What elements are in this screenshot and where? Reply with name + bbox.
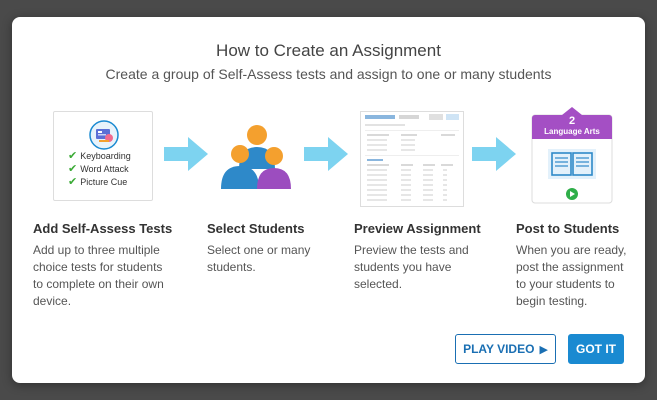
checklist-item: ✔ Word Attack (68, 163, 129, 175)
right-arrow-icon (164, 137, 208, 171)
step-description: When you are ready, post the assignment t… (516, 243, 627, 308)
self-assess-tests-card: ✔ Keyboarding ✔ Word Attack ✔ Picture Cue (53, 111, 153, 201)
step-heading: Add Self-Assess Tests (33, 221, 173, 236)
step-heading: Post to Students (516, 221, 620, 236)
check-icon: ✔ (68, 150, 78, 162)
check-icon: ✔ (68, 163, 78, 175)
step-description: Select one or many students. (207, 243, 311, 274)
create-assignment-dialog: How to Create an Assignment Create a gro… (12, 17, 645, 383)
got-it-button[interactable]: GOT IT (568, 334, 624, 364)
dialog-subtitle: Create a group of Self-Assess tests and … (105, 66, 552, 82)
card-number: 2 (568, 115, 576, 127)
checklist-item: ✔ Picture Cue (68, 176, 128, 188)
language-arts-card-icon: 2 Language Arts (530, 107, 614, 207)
test-checklist: ✔ Keyboarding ✔ Word Attack ✔ Picture Cue (68, 150, 131, 189)
play-triangle-icon: ▶ (539, 343, 548, 356)
card-subject: Language Arts (544, 127, 600, 136)
right-arrow-icon (304, 137, 348, 171)
play-video-button[interactable]: PLAY VIDEO ▶ (455, 334, 556, 364)
step-description: Add up to three multiple choice tests for… (33, 243, 164, 308)
assignment-preview-thumbnail (360, 111, 464, 207)
checklist-item: ✔ Keyboarding (68, 150, 131, 162)
right-arrow-icon (472, 137, 516, 171)
step-heading: Preview Assignment (354, 221, 481, 236)
students-group-icon (221, 125, 291, 189)
step-heading: Select Students (207, 221, 305, 236)
check-icon: ✔ (68, 176, 78, 188)
step-description: Preview the tests and students you have s… (354, 243, 469, 291)
dialog-title: How to Create an Assignment (216, 41, 441, 60)
